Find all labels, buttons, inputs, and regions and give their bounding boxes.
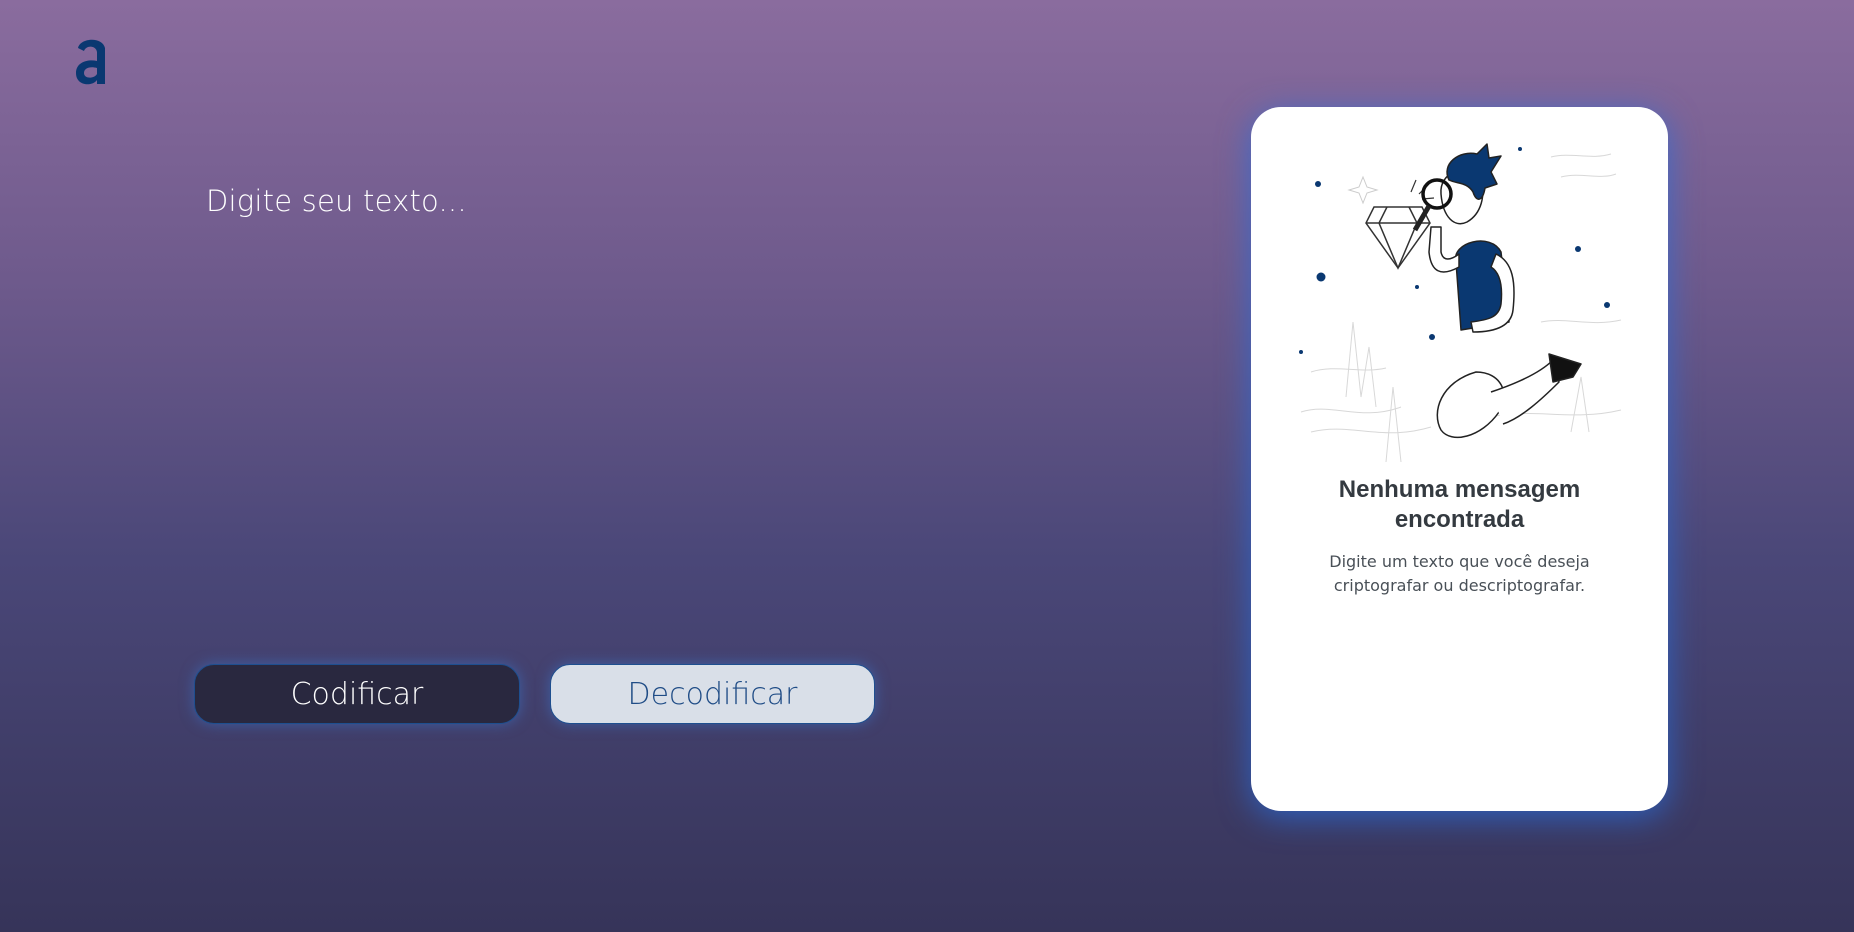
no-message-title: Nenhuma mensagem encontrada — [1338, 476, 1581, 533]
decode-button[interactable]: Decodificar — [550, 664, 875, 724]
message-input[interactable] — [200, 180, 992, 628]
person-with-magnifying-glass-icon — [1299, 143, 1622, 462]
encode-button-label: Codificar — [290, 676, 424, 712]
decode-button-label: Decodificar — [627, 676, 798, 712]
encode-button[interactable]: Codificar — [194, 664, 520, 724]
no-message-description: Digite um texto que você deseja criptogr… — [1329, 552, 1590, 595]
result-card: Nenhuma mensagem encontrada Digite um te… — [1251, 107, 1668, 811]
alura-logo-icon[interactable] — [72, 34, 110, 86]
